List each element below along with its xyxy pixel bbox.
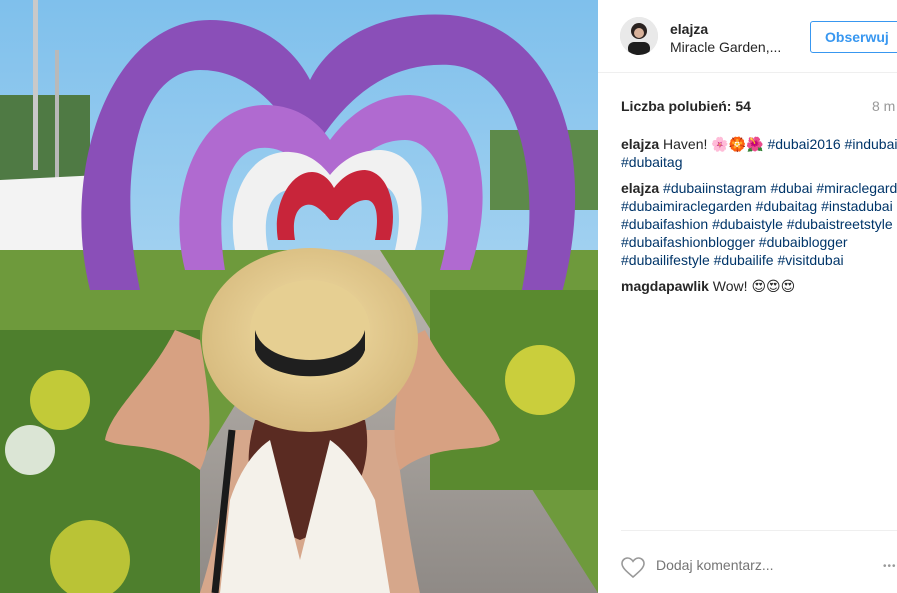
- likes-count[interactable]: Liczba polubień: 54: [621, 98, 751, 114]
- photo-image: [0, 0, 598, 593]
- more-options-icon[interactable]: •••: [883, 561, 897, 572]
- post-time[interactable]: 8 m: [872, 98, 895, 114]
- comment-text: 😍😍😍: [751, 278, 796, 294]
- post-username[interactable]: elajza: [670, 21, 708, 37]
- hashtag-link[interactable]: #dubaiblogger: [759, 234, 848, 250]
- hashtag-link[interactable]: #miraclegarden: [816, 180, 897, 196]
- comment-input[interactable]: [656, 557, 856, 573]
- comment-text: 🌸🏵️🌺: [711, 136, 764, 152]
- hashtag-link[interactable]: #dubaitag: [756, 198, 818, 214]
- hashtag-link[interactable]: #dubaistreetstyle: [787, 216, 893, 232]
- hashtag-link[interactable]: #dubaimiraclegarden: [621, 198, 752, 214]
- hashtag-link[interactable]: #dubaistyle: [712, 216, 783, 232]
- comment-list: elajza Haven! 🌸🏵️🌺 #dubai2016 #indubai #…: [621, 135, 897, 303]
- comment-item: elajza #dubaiinstagram #dubai #miraclega…: [621, 179, 897, 269]
- post-details-panel: elajza Miracle Garden,... Obserwuj Liczb…: [598, 0, 897, 593]
- comment-text: Haven!: [659, 136, 712, 152]
- comment-username[interactable]: elajza: [621, 136, 659, 152]
- hashtag-link[interactable]: #visitdubai: [777, 252, 843, 268]
- hashtag-link[interactable]: #dubailifestyle: [621, 252, 710, 268]
- hashtag-link[interactable]: #dubailife: [714, 252, 774, 268]
- comment-item: magdapawlik Wow! 😍😍😍: [621, 277, 897, 295]
- hashtag-link[interactable]: #dubaiinstagram: [663, 180, 767, 196]
- post-location[interactable]: Miracle Garden,...: [670, 39, 781, 55]
- hashtag-link[interactable]: #indubai: [845, 136, 897, 152]
- comment-text: Wow!: [708, 278, 752, 294]
- post-header: elajza Miracle Garden,... Obserwuj: [598, 0, 897, 73]
- hashtag-link[interactable]: #dubaifashionblogger: [621, 234, 755, 250]
- hashtag-link[interactable]: #dubaitag: [621, 154, 683, 170]
- post-footer: •••: [621, 530, 897, 593]
- post-photo[interactable]: [0, 0, 598, 593]
- comment-username[interactable]: elajza: [621, 180, 659, 196]
- hashtag-link[interactable]: #dubai2016: [767, 136, 840, 152]
- comment-username[interactable]: magdapawlik: [621, 278, 709, 294]
- hashtag-link[interactable]: #dubai: [770, 180, 812, 196]
- avatar[interactable]: [620, 17, 658, 55]
- comment-item: elajza Haven! 🌸🏵️🌺 #dubai2016 #indubai #…: [621, 135, 897, 171]
- follow-button[interactable]: Obserwuj: [810, 21, 897, 53]
- hashtag-link[interactable]: #instadubai: [821, 198, 893, 214]
- heart-icon[interactable]: [621, 557, 645, 579]
- hashtag-link[interactable]: #dubaifashion: [621, 216, 708, 232]
